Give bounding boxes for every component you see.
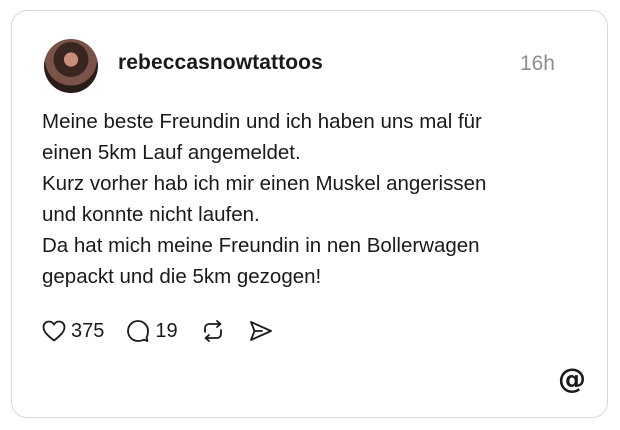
post-card: rebeccasnowtattoos 16h Meine beste Freun… bbox=[11, 10, 608, 418]
repost-button[interactable] bbox=[200, 319, 226, 343]
heart-icon bbox=[42, 320, 66, 342]
like-count: 375 bbox=[71, 319, 105, 342]
avatar[interactable] bbox=[44, 39, 98, 93]
post-text-line: Kurz vorher hab ich mir einen Muskel ang… bbox=[42, 172, 487, 195]
post-text-line: und konnte nicht laufen. bbox=[42, 203, 260, 226]
send-icon bbox=[248, 319, 274, 343]
post-text: Meine beste Freundin und ich haben uns m… bbox=[42, 106, 582, 292]
comment-icon bbox=[126, 319, 150, 343]
post-timestamp: 16h bbox=[519, 52, 555, 75]
post-text-line: einen 5km Lauf angemeldet. bbox=[42, 141, 301, 164]
username[interactable]: rebeccasnowtattoos bbox=[118, 51, 323, 75]
repost-icon bbox=[200, 319, 226, 343]
share-button[interactable] bbox=[248, 319, 274, 343]
post-text-line: gepackt und die 5km gezogen! bbox=[42, 265, 322, 288]
action-bar: 375 19 bbox=[42, 316, 296, 346]
post-text-line: Meine beste Freundin und ich haben uns m… bbox=[42, 110, 482, 133]
reply-count: 19 bbox=[155, 319, 178, 342]
like-button[interactable]: 375 bbox=[42, 320, 104, 343]
post-text-line: Da hat mich meine Freundin in nen Boller… bbox=[42, 234, 480, 257]
threads-logo-icon: @ bbox=[558, 362, 586, 395]
reply-button[interactable]: 19 bbox=[126, 319, 178, 343]
